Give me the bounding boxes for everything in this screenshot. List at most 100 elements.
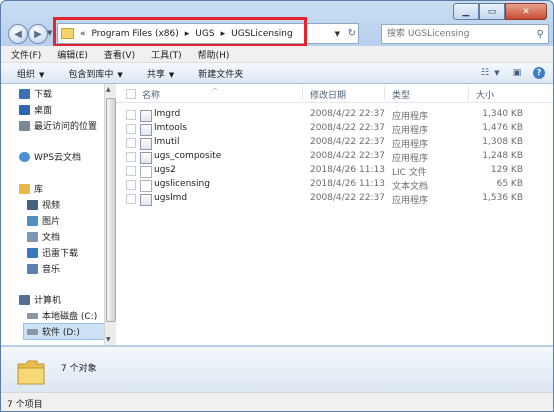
status-text: 7 个项目 [7, 400, 43, 410]
scroll-up-icon[interactable]: ▲ [106, 86, 111, 93]
file-row[interactable]: ugs2 2018/4/26 11:13 LIC 文件 129 KB [116, 164, 553, 178]
back-button[interactable]: ◀ [8, 24, 28, 44]
breadcrumb-ugslicensing[interactable]: UGSLicensing [231, 29, 293, 39]
file-size: 1,248 KB [482, 151, 523, 161]
search-icon[interactable]: ⚲ [537, 29, 544, 40]
file-row[interactable]: lmtools 2008/4/22 22:37 应用程序 1,476 KB [116, 122, 553, 136]
preview-pane-icon[interactable]: ▣ [509, 66, 525, 79]
column-type[interactable]: 类型 [392, 88, 410, 101]
download-folder-icon [19, 88, 30, 99]
nav-item-computer[interactable]: 计算机 [19, 292, 61, 307]
address-bar[interactable]: « Program Files (x86) ▸ UGS ▸ UGSLicensi… [57, 23, 359, 44]
row-checkbox[interactable] [126, 138, 136, 148]
view-dropdown-icon[interactable]: ▼ [493, 66, 501, 79]
back-arrow-icon: ◀ [14, 28, 22, 40]
nav-item-downloads[interactable]: 下载 [19, 86, 52, 101]
refresh-icon[interactable]: ↻ [348, 28, 356, 39]
menu-help[interactable]: 帮助(H) [198, 48, 230, 61]
column-header: ︿ 名称 修改日期 类型 大小 [116, 84, 553, 103]
nav-item-label: 迅雷下载 [42, 249, 79, 259]
nav-item-xunlei[interactable]: 迅雷下载 [27, 245, 78, 260]
breadcrumb-ugs[interactable]: UGS [195, 29, 214, 39]
view-options-icon[interactable]: ☷ [477, 66, 493, 79]
share-button[interactable]: 共享 ▼ [147, 67, 174, 80]
row-checkbox[interactable] [126, 124, 136, 134]
breadcrumb-program-files[interactable]: Program Files (x86) [92, 29, 179, 39]
breadcrumb-separator-icon[interactable]: ▸ [221, 29, 226, 39]
scrollbar-thumb[interactable] [106, 98, 116, 322]
column-date[interactable]: 修改日期 [310, 88, 346, 101]
nav-item-label: WPS云文档 [34, 153, 82, 163]
menu-file[interactable]: 文件(F) [11, 48, 41, 61]
row-checkbox[interactable] [126, 166, 136, 176]
pictures-icon [27, 215, 38, 226]
select-all-checkbox[interactable] [126, 89, 136, 99]
nav-item-drive-d[interactable]: 软件 (D:) [23, 323, 104, 340]
search-box[interactable]: ⚲ [381, 24, 549, 44]
column-divider[interactable] [384, 86, 385, 100]
forward-arrow-icon: ▶ [34, 28, 42, 40]
menu-tools[interactable]: 工具(T) [151, 48, 182, 61]
menu-edit[interactable]: 编辑(E) [57, 48, 88, 61]
nav-item-music[interactable]: 音乐 [27, 261, 60, 276]
row-checkbox[interactable] [126, 152, 136, 162]
column-divider[interactable] [468, 86, 469, 100]
row-checkbox[interactable] [126, 194, 136, 204]
file-row[interactable]: lmgrd 2008/4/22 22:37 应用程序 1,340 KB [116, 108, 553, 122]
nav-scrollbar[interactable]: ▲ ▼ [104, 84, 116, 345]
include-library-button[interactable]: 包含到库中 ▼ [68, 67, 122, 80]
file-name: ugs_composite [154, 151, 222, 161]
include-library-label: 包含到库中 [68, 69, 114, 80]
exe-icon [140, 194, 152, 206]
nav-item-label: 本地磁盘 (C:) [42, 312, 98, 322]
breadcrumb: « Program Files (x86) ▸ UGS ▸ UGSLicensi… [80, 29, 299, 39]
breadcrumb-separator-icon[interactable]: ▸ [185, 29, 190, 39]
organize-button[interactable]: 组织 ▼ [17, 67, 44, 80]
new-folder-button[interactable]: 新建文件夹 [198, 67, 243, 80]
file-date: 2018/4/26 11:13 [310, 179, 385, 189]
nav-item-documents[interactable]: 文档 [27, 229, 60, 244]
nav-item-recent[interactable]: 最近访问的位置 [19, 118, 97, 133]
recent-pages-dropdown[interactable]: ▼ [47, 29, 52, 37]
file-list: ︿ 名称 修改日期 类型 大小 lmgrd 2008/4/22 22:37 应用… [116, 84, 553, 345]
nav-item-pictures[interactable]: 图片 [27, 213, 60, 228]
nav-item-wps-cloud[interactable]: WPS云文档 [19, 149, 81, 164]
forward-button[interactable]: ▶ [28, 24, 48, 44]
file-date: 2008/4/22 22:37 [310, 151, 385, 161]
file-row[interactable]: ugslmd 2008/4/22 22:37 应用程序 1,536 KB [116, 192, 553, 206]
file-name: ugslmd [154, 193, 188, 203]
nav-item-drive-c[interactable]: 本地磁盘 (C:) [27, 308, 97, 323]
maximize-button[interactable]: ▭ [479, 3, 505, 20]
nav-item-label: 音乐 [42, 265, 61, 275]
nav-item-videos[interactable]: 视频 [27, 197, 60, 212]
help-icon[interactable]: ? [533, 66, 545, 79]
xunlei-download-icon [27, 247, 38, 258]
wps-cloud-icon [19, 151, 30, 162]
column-size[interactable]: 大小 [476, 88, 494, 101]
nav-item-libraries[interactable]: 库 [19, 181, 43, 196]
file-row[interactable]: lmutil 2008/4/22 22:37 应用程序 1,308 KB [116, 136, 553, 150]
nav-item-desktop[interactable]: 桌面 [19, 102, 52, 117]
nav-item-label: 视频 [42, 201, 61, 211]
search-input[interactable] [385, 28, 529, 40]
scroll-down-icon[interactable]: ▼ [106, 336, 111, 343]
breadcrumb-overflow[interactable]: « [80, 29, 86, 39]
menu-view[interactable]: 查看(V) [104, 48, 135, 61]
minimize-button[interactable]: ▁ [453, 3, 479, 20]
explorer-window: ▁ ▭ ✕ ◀ ▶ ▼ « Program Files (x86) ▸ UGS … [0, 0, 554, 412]
column-name[interactable]: 名称 [142, 88, 160, 101]
share-label: 共享 [146, 69, 165, 80]
nav-item-label: 库 [34, 185, 44, 195]
file-date: 2018/4/26 11:13 [310, 165, 385, 175]
close-button[interactable]: ✕ [505, 3, 547, 20]
column-divider[interactable] [302, 86, 303, 100]
file-size: 1,308 KB [482, 137, 523, 147]
file-name: lmtools [154, 123, 187, 133]
row-checkbox[interactable] [126, 180, 136, 190]
exe-icon [140, 124, 152, 136]
row-checkbox[interactable] [126, 110, 136, 120]
file-row[interactable]: ugs_composite 2008/4/22 22:37 应用程序 1,248… [116, 150, 553, 164]
file-row[interactable]: ugslicensing 2018/4/26 11:13 文本文档 65 KB [116, 178, 553, 192]
address-dropdown-icon[interactable]: ▼ [335, 30, 340, 38]
file-type: 应用程序 [392, 112, 429, 122]
